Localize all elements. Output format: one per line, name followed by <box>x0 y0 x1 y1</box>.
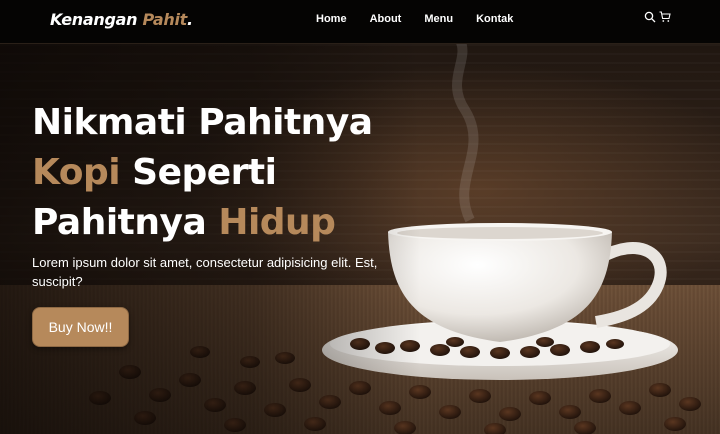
buy-now-button[interactable]: Buy Now!! <box>32 307 129 347</box>
nav-link-menu[interactable]: Menu <box>424 13 453 25</box>
brand-logo[interactable]: Kenangan Pahit. <box>50 10 193 29</box>
nav-links: Home About Menu Kontak <box>316 13 536 25</box>
brand-dot: . <box>187 10 193 29</box>
nav-link-about[interactable]: About <box>370 13 402 25</box>
cart-icon[interactable] <box>659 11 671 23</box>
hero-description: Lorem ipsum dolor sit amet, consectetur … <box>32 255 378 289</box>
brand-name: Kenangan <box>50 10 138 29</box>
headline-line-1: Nikmati Pahitnya <box>32 102 373 143</box>
headline-line-2-rest: Seperti <box>120 152 277 193</box>
brand-name-accent: Pahit <box>142 10 188 29</box>
headline-accent-hidup: Hidup <box>218 202 336 243</box>
nav-link-home[interactable]: Home <box>316 13 347 25</box>
hero-headline: Nikmati Pahitnya Kopi Seperti Pahitnya H… <box>32 98 412 248</box>
headline-line-3-rest: Pahitnya <box>32 202 219 243</box>
nav-icons <box>644 11 671 23</box>
headline-accent-kopi: Kopi <box>32 152 121 193</box>
navbar: Kenangan Pahit. Home About Menu Kontak <box>0 0 720 44</box>
nav-link-kontak[interactable]: Kontak <box>476 13 513 25</box>
search-icon[interactable] <box>644 11 656 23</box>
